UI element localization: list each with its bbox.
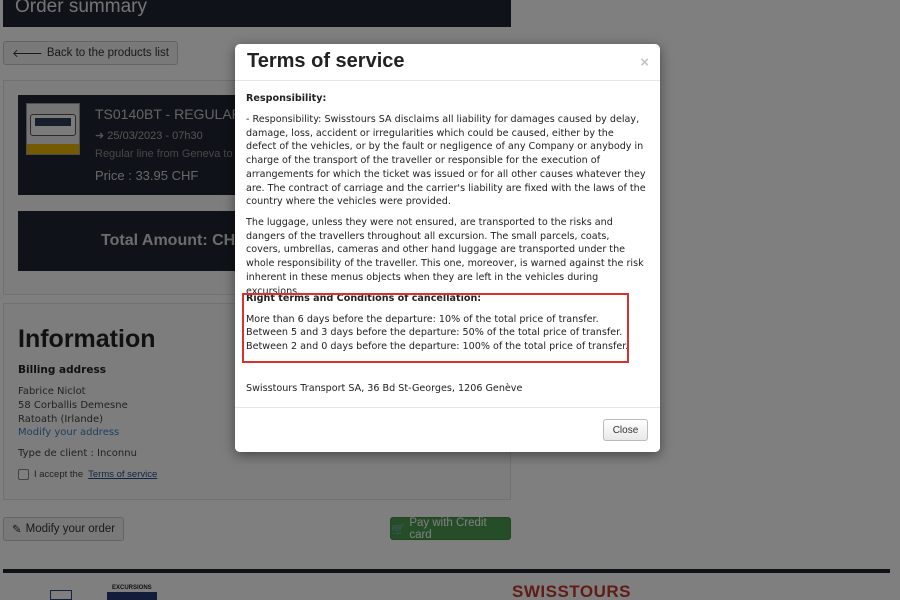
- close-button[interactable]: Close: [603, 419, 648, 441]
- modal-title: Terms of service: [247, 50, 405, 72]
- cancellation-highlight-box: [242, 293, 629, 363]
- responsibility-heading: Responsibility:: [246, 93, 327, 104]
- modal-header: Terms of service ×: [235, 44, 660, 81]
- terms-of-service-modal: Terms of service × Responsibility: - Res…: [235, 44, 660, 452]
- modal-footer: [235, 407, 660, 452]
- close-icon[interactable]: ×: [640, 54, 649, 71]
- responsibility-text: - Responsibility: Swisstours SA disclaim…: [246, 114, 646, 208]
- luggage-text: The luggage, unless they were not ensure…: [246, 217, 644, 297]
- company-address: Swisstours Transport SA, 36 Bd St-George…: [246, 383, 523, 394]
